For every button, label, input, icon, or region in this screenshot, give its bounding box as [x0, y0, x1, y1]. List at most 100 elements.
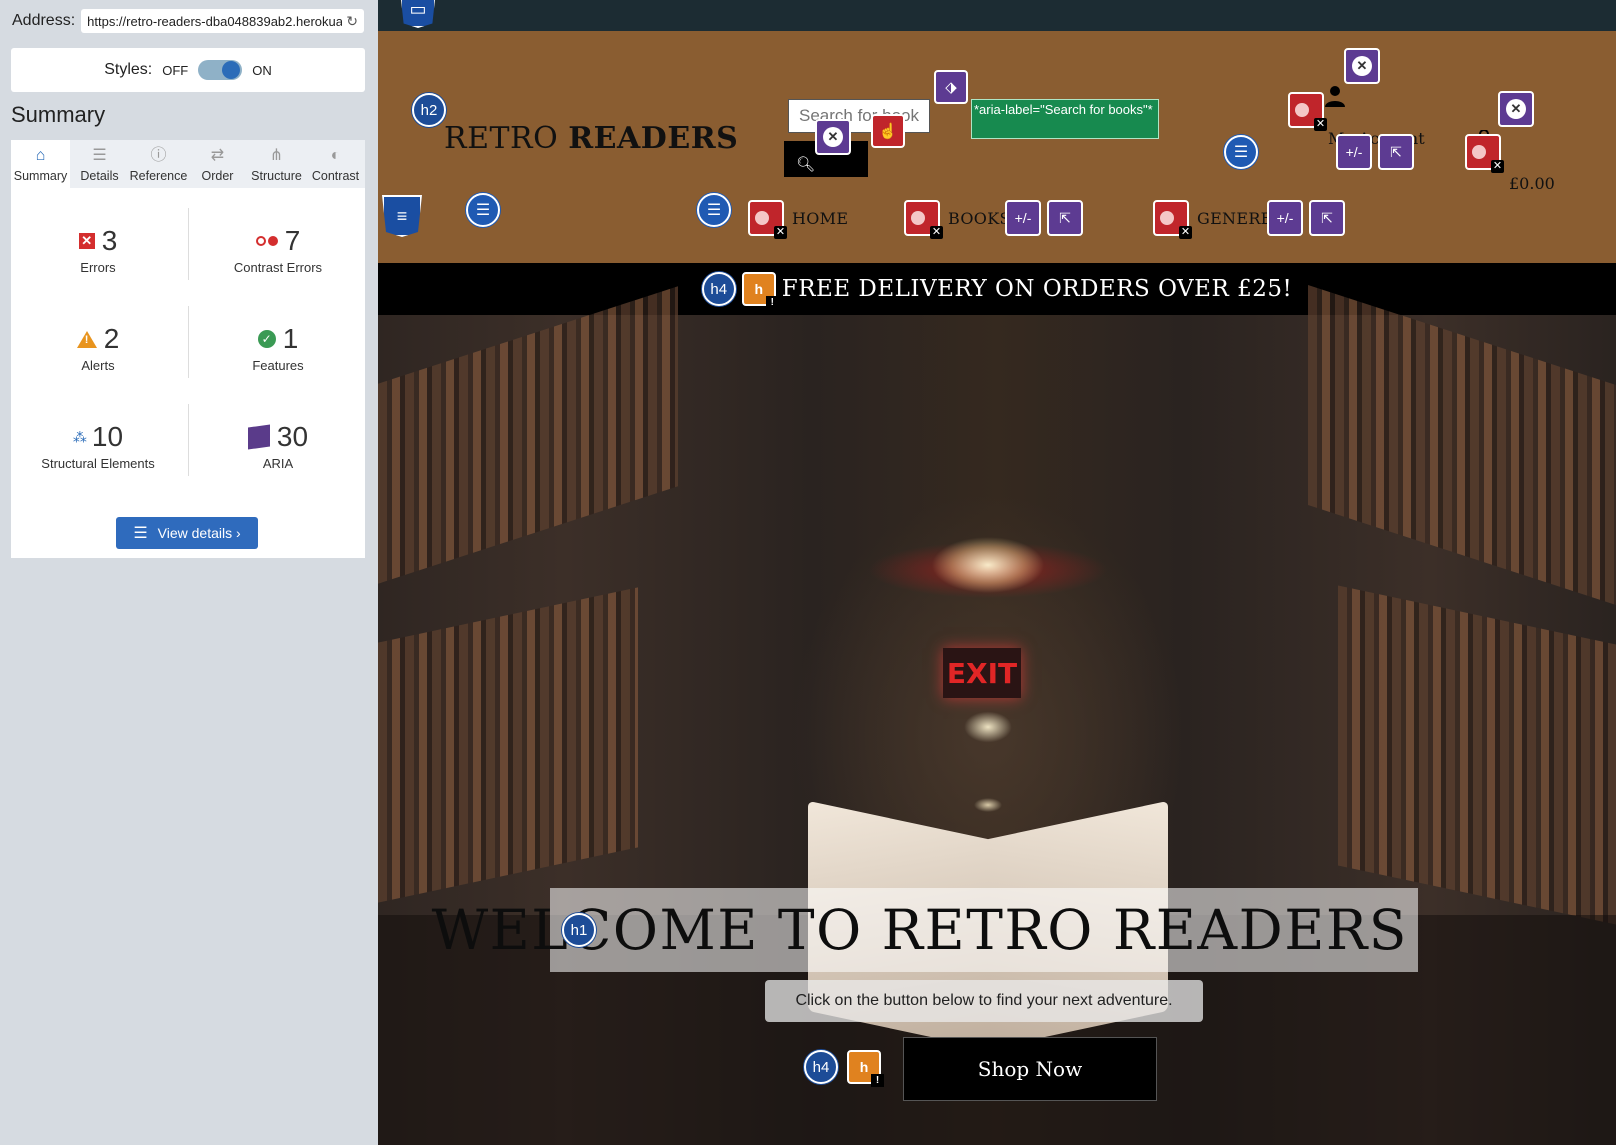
list-annotation-icon[interactable]: ☰ — [697, 193, 731, 227]
top-bar: ▭ — [378, 0, 1616, 31]
address-value[interactable]: https://retro-readers-dba048839ab2.herok… — [87, 14, 342, 29]
aria-hidden-icon[interactable] — [1344, 48, 1380, 84]
stat-features: ✓ 1 Features — [193, 322, 363, 373]
aria-count: 30 — [276, 421, 309, 452]
search-icon: 🔍︎ — [796, 156, 816, 173]
list-annotation-icon[interactable]: ☰ — [1224, 135, 1258, 169]
tab-contrast[interactable]: ◐ Contrast — [306, 140, 365, 188]
heading-annotation-icon[interactable]: h4 — [804, 1050, 838, 1084]
errors-label: Errors — [80, 260, 116, 275]
tab-label: Details — [80, 169, 119, 183]
toggle-off-label: OFF — [162, 62, 189, 78]
home-icon: ⌂ — [35, 147, 46, 164]
bookshelf-left — [378, 587, 638, 903]
wave-sidebar: Address: https://retro-readers-dba048839… — [0, 0, 378, 1145]
heading-annotation-icon[interactable]: h2 — [412, 93, 446, 127]
divider — [188, 404, 189, 476]
view-details-label: View details › — [157, 525, 241, 541]
errors-count: 3 — [101, 225, 118, 256]
aria-label-tooltip: *aria-label="Search for books"* — [971, 99, 1159, 139]
empty-link-error-icon[interactable]: ✕ — [1153, 200, 1192, 239]
structure-icon: ⁂ — [72, 428, 87, 445]
features-count: 1 — [282, 323, 299, 354]
list-icon: ☰ — [92, 147, 107, 164]
structure-annotation-icon[interactable]: ≡ — [382, 195, 422, 237]
tab-structure[interactable]: ⋔ Structure — [247, 140, 306, 188]
nav-books[interactable]: BOOKS — [948, 209, 1011, 228]
person-icon — [1325, 86, 1345, 107]
tab-reference[interactable]: ⓘ Reference — [129, 140, 188, 188]
structure-icon: ⋔ — [269, 147, 284, 164]
tab-summary[interactable]: ⌂ Summary — [11, 140, 70, 188]
feature-annotation-icon[interactable]: ☝ — [871, 114, 905, 148]
tab-order[interactable]: ⇄ Order — [188, 140, 247, 188]
contrast-error-icon — [255, 236, 278, 246]
order-icon: ⇄ — [210, 147, 225, 164]
view-details-button[interactable]: ☰ View details › — [116, 517, 258, 549]
logo-regular: RETRO — [444, 121, 559, 156]
empty-link-error-icon[interactable]: ✕ — [748, 200, 787, 239]
alerts-label: Alerts — [81, 358, 115, 373]
nav-home[interactable]: HOME — [792, 209, 848, 228]
alerts-count: 2 — [103, 323, 120, 354]
aria-popup-icon[interactable]: ⇱ — [1047, 200, 1083, 236]
panel-tabs: ⌂ Summary ☰ Details ⓘ Reference ⇄ Order … — [11, 140, 365, 188]
empty-link-error-icon[interactable]: ✕ — [904, 200, 943, 239]
aria-expanded-icon[interactable]: +/- — [1267, 200, 1303, 236]
styles-label: Styles: — [104, 61, 153, 78]
info-icon: ⓘ — [150, 147, 167, 164]
features-label: Features — [252, 358, 304, 373]
site-header: h2 RETRO READERS ⬗ *aria-label="Search f… — [378, 31, 1616, 263]
tab-label: Order — [201, 169, 234, 183]
feature-icon: ✓ — [257, 330, 276, 348]
aria-popup-icon[interactable]: ⇱ — [1378, 134, 1414, 170]
contrast-icon: ◐ — [330, 147, 341, 164]
shop-now-button[interactable]: Shop Now — [903, 1037, 1157, 1101]
stat-structural: ⁂ 10 Structural Elements — [13, 420, 183, 471]
bookshelf-right — [1338, 585, 1616, 925]
aria-label: ARIA — [262, 456, 294, 471]
summary-card: ✕ 3 Errors 7 Contrast Errors 2 Alerts ✓ … — [11, 188, 365, 558]
skipped-heading-alert-icon[interactable]: h! — [847, 1050, 884, 1087]
tab-label: Reference — [129, 169, 188, 183]
error-icon: ✕ — [78, 233, 95, 249]
contrast-count: 7 — [284, 225, 301, 256]
cart-total[interactable]: £0.00 — [1509, 174, 1555, 193]
logo-bold: READERS — [568, 121, 739, 156]
address-bar: Address: https://retro-readers-dba048839… — [12, 9, 364, 33]
reload-icon[interactable]: ↻ — [346, 13, 358, 30]
aria-popup-icon[interactable]: ⇱ — [1309, 200, 1345, 236]
aria-hidden-icon[interactable] — [1498, 91, 1534, 127]
empty-link-error-icon[interactable]: ✕ — [1465, 134, 1504, 173]
summary-heading: Summary — [11, 102, 106, 127]
heading-annotation-icon[interactable]: h4 — [701, 272, 736, 306]
search-input[interactable] — [788, 99, 930, 133]
address-field[interactable]: https://retro-readers-dba048839ab2.herok… — [81, 9, 364, 33]
list-annotation-icon[interactable]: ☰ — [466, 193, 500, 227]
list-icon: ☰ — [133, 525, 148, 542]
site-logo[interactable]: RETRO READERS — [444, 121, 738, 156]
structure-annotation-icon[interactable]: ▭ — [400, 0, 436, 28]
nav-genere[interactable]: GENERE — [1197, 209, 1273, 228]
exit-sign: EXIT — [943, 648, 1021, 698]
tab-label: Summary — [13, 169, 68, 183]
stat-contrast: 7 Contrast Errors — [193, 224, 363, 275]
tab-details[interactable]: ☰ Details — [70, 140, 129, 188]
heading-annotation-icon[interactable]: h1 — [562, 913, 596, 947]
tag-annotation-icon[interactable]: ⬗ — [934, 70, 968, 104]
aria-expanded-icon[interactable]: +/- — [1336, 134, 1372, 170]
hero-subtitle: Click on the button below to find your n… — [765, 980, 1203, 1022]
styles-toggle-box: Styles: OFF ON — [11, 48, 365, 92]
alert-icon — [76, 330, 97, 348]
aria-expanded-icon[interactable]: +/- — [1005, 200, 1041, 236]
styles-toggle[interactable] — [198, 60, 243, 80]
empty-link-error-icon[interactable]: ✕ — [1288, 92, 1327, 131]
bookshelf-right — [1308, 284, 1616, 606]
hero-title-band: h1 WELCOME TO RETRO READERS — [432, 888, 1418, 972]
aria-hidden-icon[interactable] — [815, 119, 851, 155]
toggle-on-label: ON — [252, 62, 272, 78]
promo-text: FREE DELIVERY ON ORDERS OVER £25! — [781, 276, 1293, 302]
structural-count: 10 — [91, 421, 124, 452]
skipped-heading-alert-icon[interactable]: h! — [741, 272, 779, 309]
contrast-label: Contrast Errors — [233, 260, 323, 275]
